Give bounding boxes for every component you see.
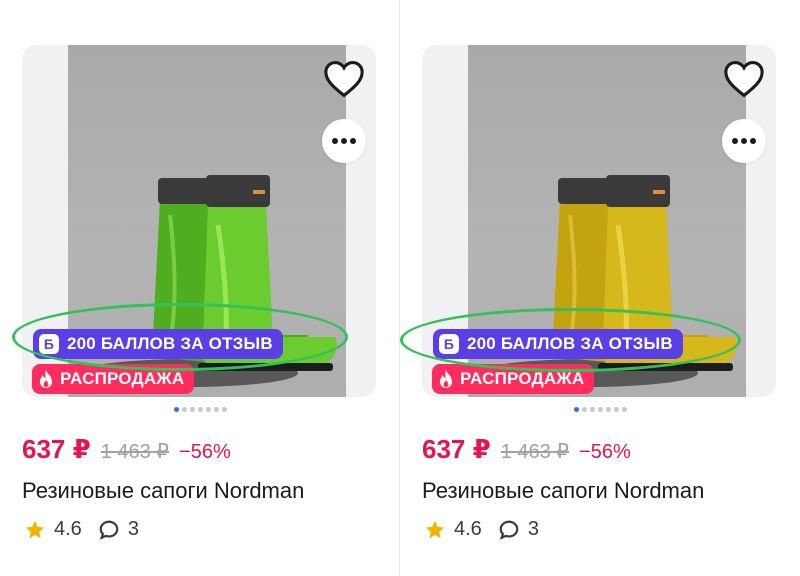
favorite-button[interactable] [720,57,768,101]
carousel-dot[interactable] [605,407,611,412]
carousel-dot[interactable] [213,407,219,412]
carousel-dot[interactable] [621,407,627,412]
star-icon [25,520,45,538]
discount-percent: −56% [579,441,631,463]
points-for-review-badge: Б 200 БАЛЛОВ ЗА ОТЗЫВ [433,329,683,359]
carousel-dot[interactable] [573,407,579,412]
rating-row[interactable]: 4.6 3 [424,518,539,541]
flame-icon [38,369,54,389]
favorite-button[interactable] [320,57,368,101]
product-title[interactable]: Резиновые сапоги Nordman [22,478,304,504]
sale-badge: РАСПРОДАЖА [432,364,595,394]
discount-percent: −56% [179,441,231,463]
rating-value: 4.6 [54,518,82,540]
carousel-dot[interactable] [197,407,203,412]
image-carousel-dots[interactable] [0,407,400,412]
image-carousel-dots[interactable] [400,407,800,412]
carousel-dot[interactable] [589,407,595,412]
sale-badge: РАСПРОДАЖА [32,364,195,394]
price-row: 637 ₽ 1 463 ₽ −56% [22,434,231,465]
sale-badge-text: РАСПРОДАЖА [60,369,185,388]
carousel-dot[interactable] [205,407,211,412]
product-image-box[interactable]: Б 200 БАЛЛОВ ЗА ОТЗЫВ РАСПРОДАЖА [422,45,776,397]
product-card[interactable]: Б 200 БАЛЛОВ ЗА ОТЗЫВ РАСПРОДАЖА 637 ₽ 1… [400,0,780,576]
more-options-button[interactable] [322,119,366,163]
more-icon [332,138,356,144]
carousel-dot[interactable] [581,407,587,412]
carousel-dot[interactable] [613,407,619,412]
product-image-box[interactable]: Б 200 БАЛЛОВ ЗА ОТЗЫВ РАСПРОДАЖА [22,45,376,397]
rating-value: 4.6 [454,518,482,540]
star-icon [425,520,445,538]
carousel-dot[interactable] [597,407,603,412]
comment-icon [98,519,120,541]
product-card[interactable]: Б 200 БАЛЛОВ ЗА ОТЗЫВ РАСПРОДАЖА 637 ₽ 1… [0,0,380,576]
reviews-count: 3 [527,518,539,540]
rating-row[interactable]: 4.6 3 [24,518,139,541]
carousel-dot[interactable] [221,407,227,412]
current-price: 637 ₽ [22,434,91,464]
carousel-dot[interactable] [189,407,195,412]
current-price: 637 ₽ [422,434,491,464]
comment-icon [498,519,520,541]
points-icon: Б [439,334,459,354]
price-row: 637 ₽ 1 463 ₽ −56% [422,434,631,465]
points-for-review-badge: Б 200 БАЛЛОВ ЗА ОТЗЫВ [33,329,283,359]
product-title[interactable]: Резиновые сапоги Nordman [422,478,704,504]
heart-icon [324,61,364,98]
sale-badge-text: РАСПРОДАЖА [460,369,585,388]
points-icon: Б [39,334,59,354]
heart-icon [724,61,764,98]
old-price: 1 463 ₽ [500,441,570,463]
reviews-count: 3 [127,518,139,540]
flame-icon [438,369,454,389]
carousel-dot[interactable] [173,407,179,412]
carousel-dot[interactable] [181,407,187,412]
points-badge-text: 200 БАЛЛОВ ЗА ОТЗЫВ [67,334,273,353]
old-price: 1 463 ₽ [100,441,170,463]
more-options-button[interactable] [722,119,766,163]
more-icon [732,138,756,144]
points-badge-text: 200 БАЛЛОВ ЗА ОТЗЫВ [467,334,673,353]
